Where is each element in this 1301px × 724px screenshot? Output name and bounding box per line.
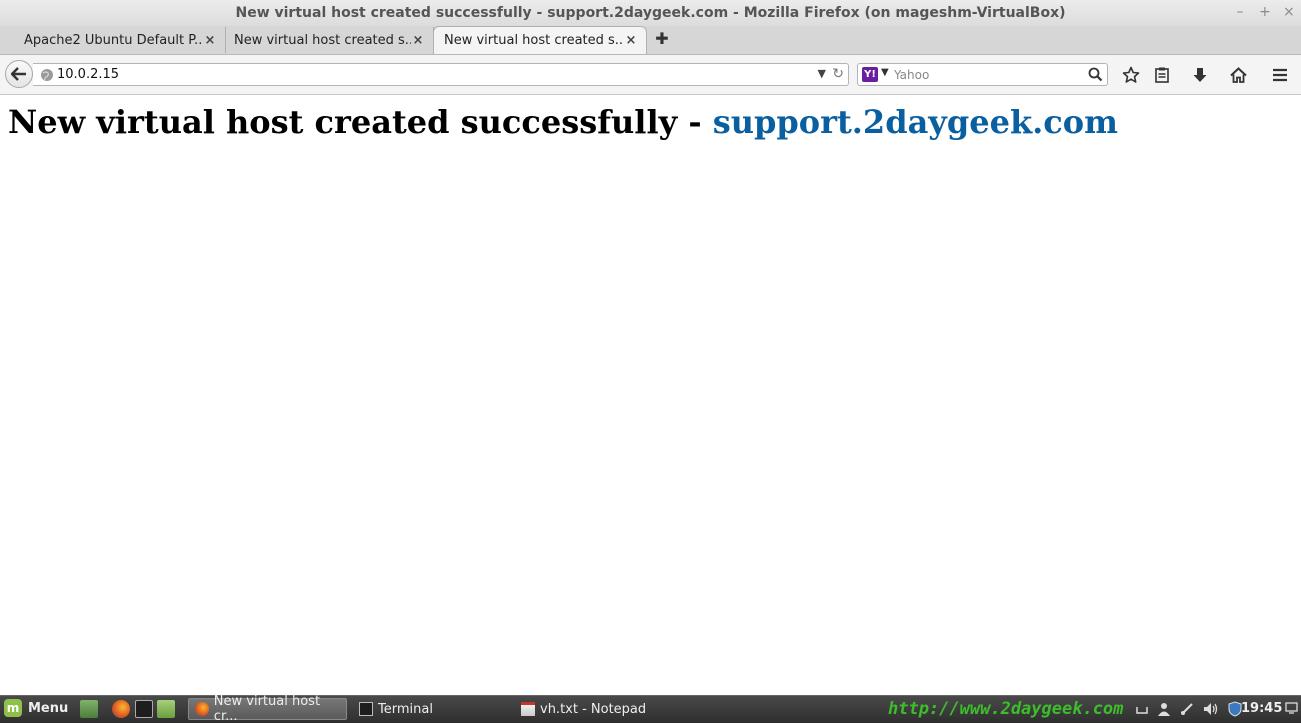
network-icon[interactable] xyxy=(1180,702,1194,716)
page-content: New virtual host created successfully - … xyxy=(0,95,1301,695)
search-engine-dropdown[interactable]: ▼ xyxy=(881,67,889,78)
url-input[interactable] xyxy=(57,66,817,83)
files-launcher-icon[interactable] xyxy=(157,700,175,718)
new-tab-button[interactable]: ✚ xyxy=(654,31,670,47)
tab-close-button[interactable]: × xyxy=(203,33,217,48)
url-history-dropdown[interactable]: ▼ xyxy=(818,67,826,80)
search-icon[interactable] xyxy=(1088,67,1103,82)
show-desktop-icon[interactable] xyxy=(1285,702,1298,714)
keyboard-layout-icon[interactable] xyxy=(1136,703,1148,715)
downloads-button[interactable] xyxy=(1189,64,1211,86)
search-bar[interactable]: Y! ▼ xyxy=(857,63,1108,86)
2daygeek-watermark: http://www.2daygeek.com xyxy=(888,699,1124,719)
taskbar-item-terminal[interactable]: Terminal xyxy=(353,698,513,720)
tab-virtual-host-1[interactable]: New virtual host created s... × xyxy=(224,27,434,53)
tab-label: Apache2 Ubuntu Default P... xyxy=(24,32,203,48)
notepad-icon xyxy=(521,702,535,716)
taskbar-item-label: vh.txt - Notepad xyxy=(540,701,647,717)
download-arrow-icon xyxy=(1193,68,1207,82)
firefox-icon xyxy=(195,702,209,716)
hamburger-menu-icon xyxy=(1273,68,1287,82)
clock[interactable]: 19:45 xyxy=(1241,701,1282,716)
taskbar-item-firefox[interactable]: New virtual host cr... xyxy=(188,694,347,724)
tab-close-button[interactable]: × xyxy=(624,33,638,48)
tab-strip: Apache2 Ubuntu Default P... × New virtua… xyxy=(0,26,1301,55)
url-bar[interactable]: ▼ ↻ xyxy=(33,63,849,86)
back-arrow-icon xyxy=(11,67,26,81)
globe-icon xyxy=(41,69,53,81)
reload-icon[interactable]: ↻ xyxy=(832,66,844,82)
yahoo-engine-icon[interactable]: Y! xyxy=(862,67,878,82)
user-icon[interactable] xyxy=(1157,702,1171,716)
clipboard-icon xyxy=(1155,67,1169,83)
taskbar-item-notepad[interactable]: vh.txt - Notepad xyxy=(515,698,675,720)
close-window-button[interactable]: × xyxy=(1283,4,1295,20)
minimize-button[interactable]: – xyxy=(1235,4,1245,20)
tab-label: New virtual host created s... xyxy=(234,32,411,48)
tab-close-button[interactable]: × xyxy=(411,33,425,48)
firefox-launcher-icon[interactable] xyxy=(112,700,130,718)
tab-apache2-default[interactable]: Apache2 Ubuntu Default P... × xyxy=(14,27,226,53)
search-input[interactable] xyxy=(894,66,1084,83)
start-menu-button[interactable]: m Menu xyxy=(4,699,68,717)
show-desktop-launcher-icon[interactable] xyxy=(80,700,98,718)
open-menu-button[interactable] xyxy=(1269,64,1291,86)
window-controls: – + × xyxy=(1235,4,1295,20)
bookmarks-menu-button[interactable] xyxy=(1151,64,1173,86)
window-title: New virtual host created successfully - … xyxy=(235,5,1066,21)
update-manager-shield-icon[interactable] xyxy=(1228,701,1242,717)
page-heading: New virtual host created successfully - … xyxy=(8,103,1118,141)
tab-virtual-host-active[interactable]: New virtual host created s... × xyxy=(433,26,647,54)
heading-text: New virtual host created successfully - xyxy=(8,103,713,141)
menu-label: Menu xyxy=(28,700,69,716)
linux-mint-logo-icon: m xyxy=(4,699,22,717)
terminal-icon xyxy=(359,702,373,716)
tab-label: New virtual host created s... xyxy=(444,33,624,48)
support-2daygeek-link[interactable]: support.2daygeek.com xyxy=(713,103,1118,141)
star-icon xyxy=(1122,66,1140,83)
window-titlebar: New virtual host created successfully - … xyxy=(0,0,1301,26)
back-button[interactable] xyxy=(5,60,33,88)
bookmark-star-button[interactable] xyxy=(1120,64,1142,86)
maximize-button[interactable]: + xyxy=(1259,4,1271,20)
volume-icon[interactable] xyxy=(1203,702,1219,716)
taskbar: m Menu New virtual host cr... Terminal v… xyxy=(0,694,1301,724)
taskbar-item-label: Terminal xyxy=(378,701,433,717)
home-icon xyxy=(1229,67,1247,83)
navigation-toolbar: ▼ ↻ Y! ▼ xyxy=(0,55,1301,95)
terminal-launcher-icon[interactable] xyxy=(135,700,153,718)
taskbar-item-label: New virtual host cr... xyxy=(213,694,321,724)
system-tray xyxy=(1136,701,1242,717)
home-button[interactable] xyxy=(1227,64,1249,86)
